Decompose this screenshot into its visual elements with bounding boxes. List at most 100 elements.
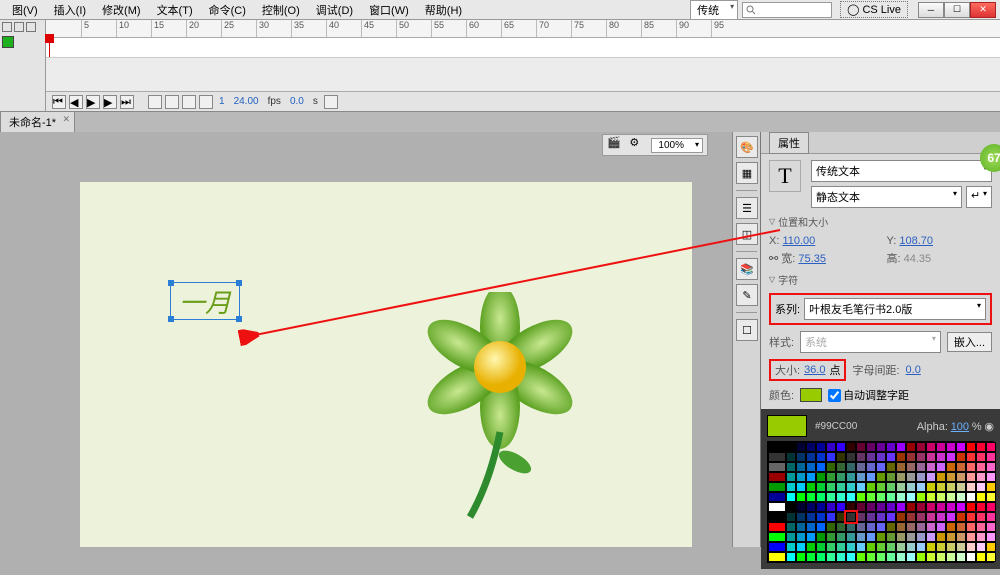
color-swatch[interactable] [866,552,876,562]
color-swatch[interactable] [836,482,846,492]
color-swatch[interactable] [836,452,846,462]
color-swatch[interactable] [846,492,856,502]
stage-area[interactable]: 🎬 ⚙ 100% 一月 [0,132,732,547]
color-swatch[interactable] [926,452,936,462]
color-swatch[interactable] [906,552,916,562]
color-swatch[interactable] [976,492,986,502]
edit-multiple-button[interactable] [199,95,213,109]
color-swatch[interactable] [866,522,876,532]
color-swatch[interactable] [966,472,976,482]
color-swatch[interactable] [916,502,926,512]
color-swatch[interactable] [916,522,926,532]
color-swatch[interactable] [796,482,806,492]
color-swatch[interactable] [966,532,976,542]
color-swatch[interactable] [936,452,946,462]
color-swatch[interactable] [936,522,946,532]
color-swatch[interactable] [806,462,816,472]
color-swatch[interactable] [986,472,996,482]
color-swatch[interactable] [836,522,846,532]
color-swatch[interactable] [956,442,966,452]
color-swatch[interactable] [768,442,786,452]
color-swatch[interactable] [866,492,876,502]
color-swatch[interactable] [846,472,856,482]
color-swatch[interactable] [796,502,806,512]
color-swatch[interactable] [816,462,826,472]
color-swatch[interactable] [956,522,966,532]
color-swatch[interactable] [956,512,966,522]
color-swatch[interactable] [786,502,796,512]
color-swatch[interactable] [836,542,846,552]
color-swatch[interactable] [926,492,936,502]
color-swatch[interactable] [796,452,806,462]
color-swatch[interactable] [986,452,996,462]
info-panel-icon[interactable]: ☰ [736,197,758,219]
hex-value[interactable]: #99CC00 [815,421,857,432]
color-swatch[interactable] [768,512,786,522]
rewind-button[interactable]: ⏮ [52,95,66,109]
color-swatch[interactable] [966,512,976,522]
color-swatch[interactable] [836,472,846,482]
color-swatch[interactable] [986,502,996,512]
color-swatch[interactable] [976,522,986,532]
color-swatch[interactable] [926,472,936,482]
menu-insert[interactable]: 插入(I) [46,0,94,20]
color-swatch[interactable] [966,492,976,502]
color-swatch[interactable] [786,452,796,462]
color-swatch[interactable] [916,492,926,502]
timeline-options-button[interactable] [324,95,338,109]
color-swatch[interactable] [986,522,996,532]
color-swatch-grid[interactable] [767,441,994,563]
color-swatch[interactable] [896,512,906,522]
color-swatch[interactable] [916,552,926,562]
font-family-dropdown[interactable]: 叶根友毛笔行书2.0版 [804,298,986,320]
color-swatch[interactable] [876,462,886,472]
menu-help[interactable]: 帮助(H) [417,0,470,20]
color-swatch[interactable] [768,452,786,462]
frame-track[interactable] [46,38,1000,58]
x-value[interactable]: 110.00 [782,235,815,247]
color-swatch[interactable] [936,552,946,562]
color-swatch[interactable] [836,442,846,452]
onion-outline-button[interactable] [182,95,196,109]
color-swatch[interactable] [986,442,996,452]
color-swatch[interactable] [768,532,786,542]
color-swatch[interactable] [816,552,826,562]
color-swatch[interactable] [956,472,966,482]
color-swatch[interactable] [936,462,946,472]
color-swatch[interactable] [896,462,906,472]
color-swatch[interactable] [786,512,796,522]
letter-spacing-value[interactable]: 0.0 [906,364,921,376]
text-type-dropdown[interactable]: 静态文本 [811,186,962,208]
color-swatch[interactable] [926,552,936,562]
auto-kern-checkbox[interactable]: 自动调整字距 [828,387,909,403]
color-swatch[interactable] [826,442,836,452]
color-swatch[interactable] [856,472,866,482]
properties-tab[interactable]: 属性 [769,132,809,154]
text-engine-dropdown[interactable]: 传统文本 [811,160,992,182]
fast-fwd-button[interactable]: ⏭ [120,95,134,109]
color-swatch[interactable] [806,482,816,492]
library-panel-icon[interactable]: 📚 [736,258,758,280]
color-swatch[interactable] [956,462,966,472]
onion-skin-button[interactable] [165,95,179,109]
color-swatch[interactable] [946,452,956,462]
color-swatch[interactable] [856,492,866,502]
color-swatch[interactable] [976,462,986,472]
loop-button[interactable] [148,95,162,109]
color-swatch[interactable] [866,472,876,482]
color-swatch[interactable] [768,522,786,532]
color-swatch[interactable] [946,442,956,452]
color-swatch[interactable] [936,482,946,492]
color-swatch[interactable] [896,552,906,562]
color-swatch[interactable] [956,552,966,562]
cs-live-button[interactable]: ◯ CS Live [840,1,908,18]
color-swatch[interactable] [906,542,916,552]
color-swatch[interactable] [896,482,906,492]
color-swatch[interactable] [956,542,966,552]
color-swatch[interactable] [846,442,856,452]
color-swatch[interactable] [896,532,906,542]
maximize-button[interactable]: ☐ [944,2,970,18]
color-swatch[interactable] [826,462,836,472]
color-swatch[interactable] [856,512,866,522]
color-swatch[interactable] [786,442,796,452]
